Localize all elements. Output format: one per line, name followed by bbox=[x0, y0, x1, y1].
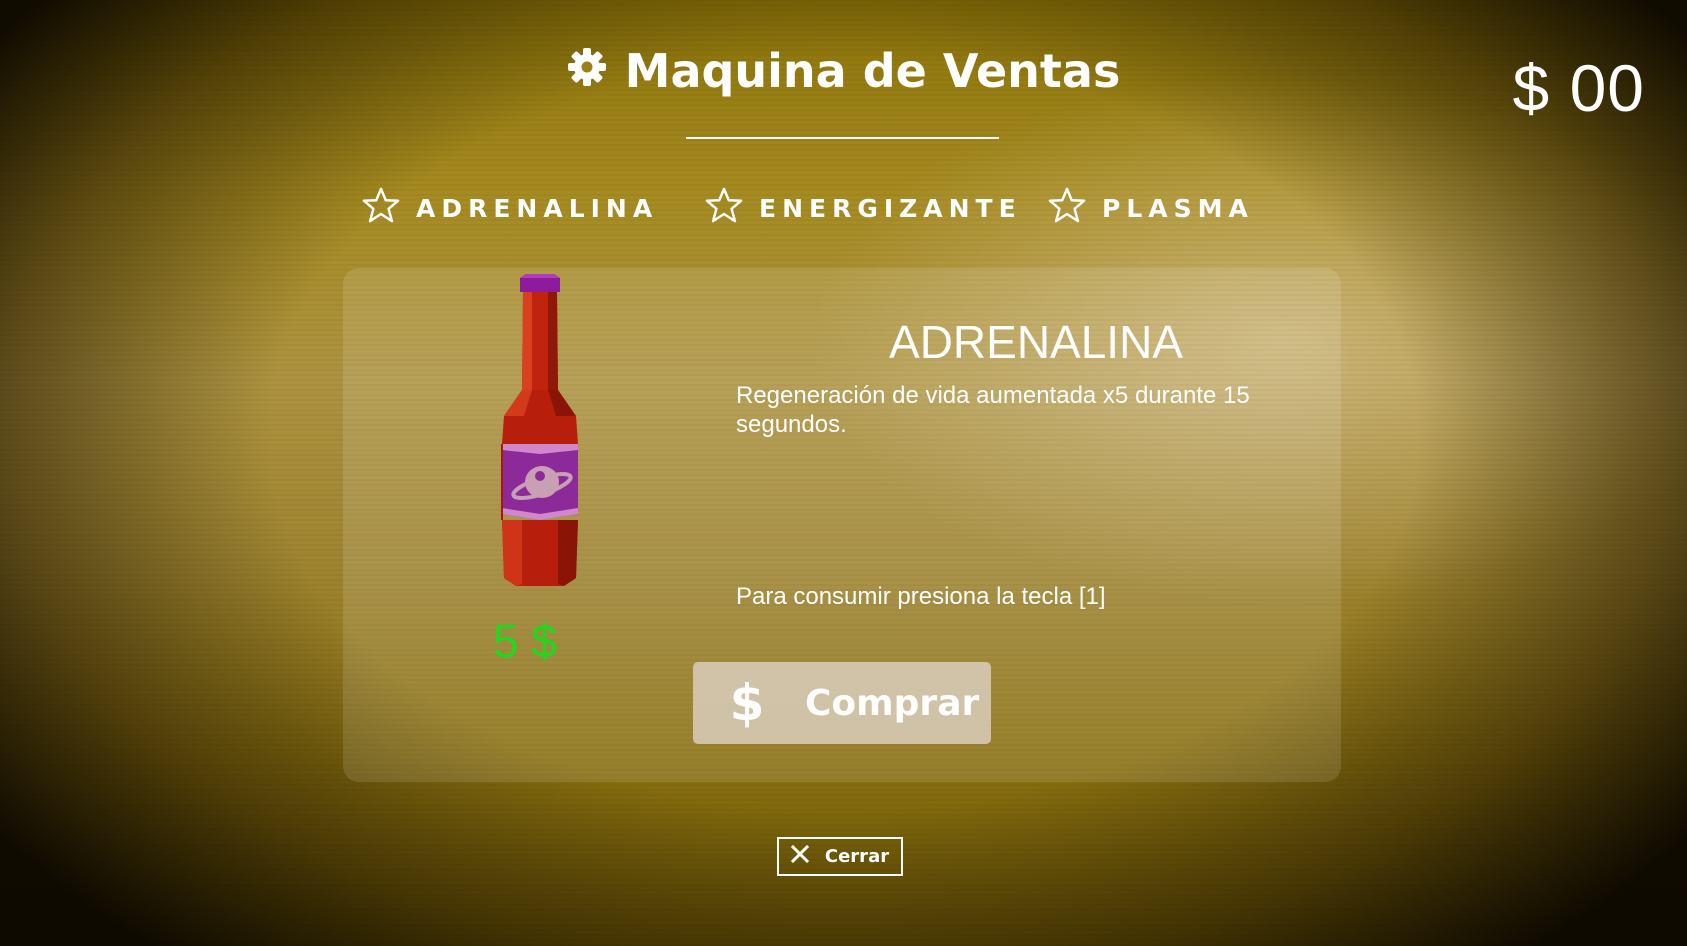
buy-button[interactable]: $ Comprar bbox=[693, 662, 991, 744]
tab-plasma[interactable]: PLASMA bbox=[1048, 186, 1254, 230]
item-usage-hint: Para consumir presiona la tecla [1] bbox=[736, 583, 1106, 610]
close-button[interactable]: Cerrar bbox=[777, 837, 903, 876]
title-divider bbox=[686, 137, 999, 139]
tab-label: ADRENALINA bbox=[416, 193, 659, 223]
star-outline-icon bbox=[705, 186, 743, 230]
close-icon bbox=[790, 844, 810, 868]
tab-energizante[interactable]: ENERGIZANTE bbox=[705, 186, 1022, 230]
vending-machine-screen: Maquina de Ventas $ 00 ADRENALINA ENERGI… bbox=[0, 0, 1687, 946]
header: Maquina de Ventas bbox=[0, 44, 1687, 98]
gear-icon bbox=[567, 44, 607, 98]
star-outline-icon bbox=[1048, 186, 1086, 230]
item-image bbox=[490, 272, 590, 588]
item-name: ADRENALINA bbox=[889, 316, 1183, 368]
item-description: Regeneración de vida aumentada x5 durant… bbox=[736, 382, 1250, 438]
money-counter: $ 00 bbox=[1512, 51, 1645, 125]
close-button-label: Cerrar bbox=[824, 846, 890, 867]
page-title: Maquina de Ventas bbox=[567, 44, 1121, 98]
item-price: 5 $ bbox=[493, 615, 557, 667]
page-title-text: Maquina de Ventas bbox=[624, 44, 1121, 98]
tab-label: ENERGIZANTE bbox=[759, 193, 1022, 223]
star-outline-icon bbox=[362, 186, 400, 230]
dollar-icon: $ bbox=[729, 674, 765, 732]
tab-label: PLASMA bbox=[1102, 193, 1254, 223]
item-tabs: ADRENALINA ENERGIZANTE PLASMA bbox=[360, 186, 1260, 226]
tab-adrenalina[interactable]: ADRENALINA bbox=[362, 186, 658, 230]
buy-button-label: Comprar bbox=[805, 682, 980, 724]
